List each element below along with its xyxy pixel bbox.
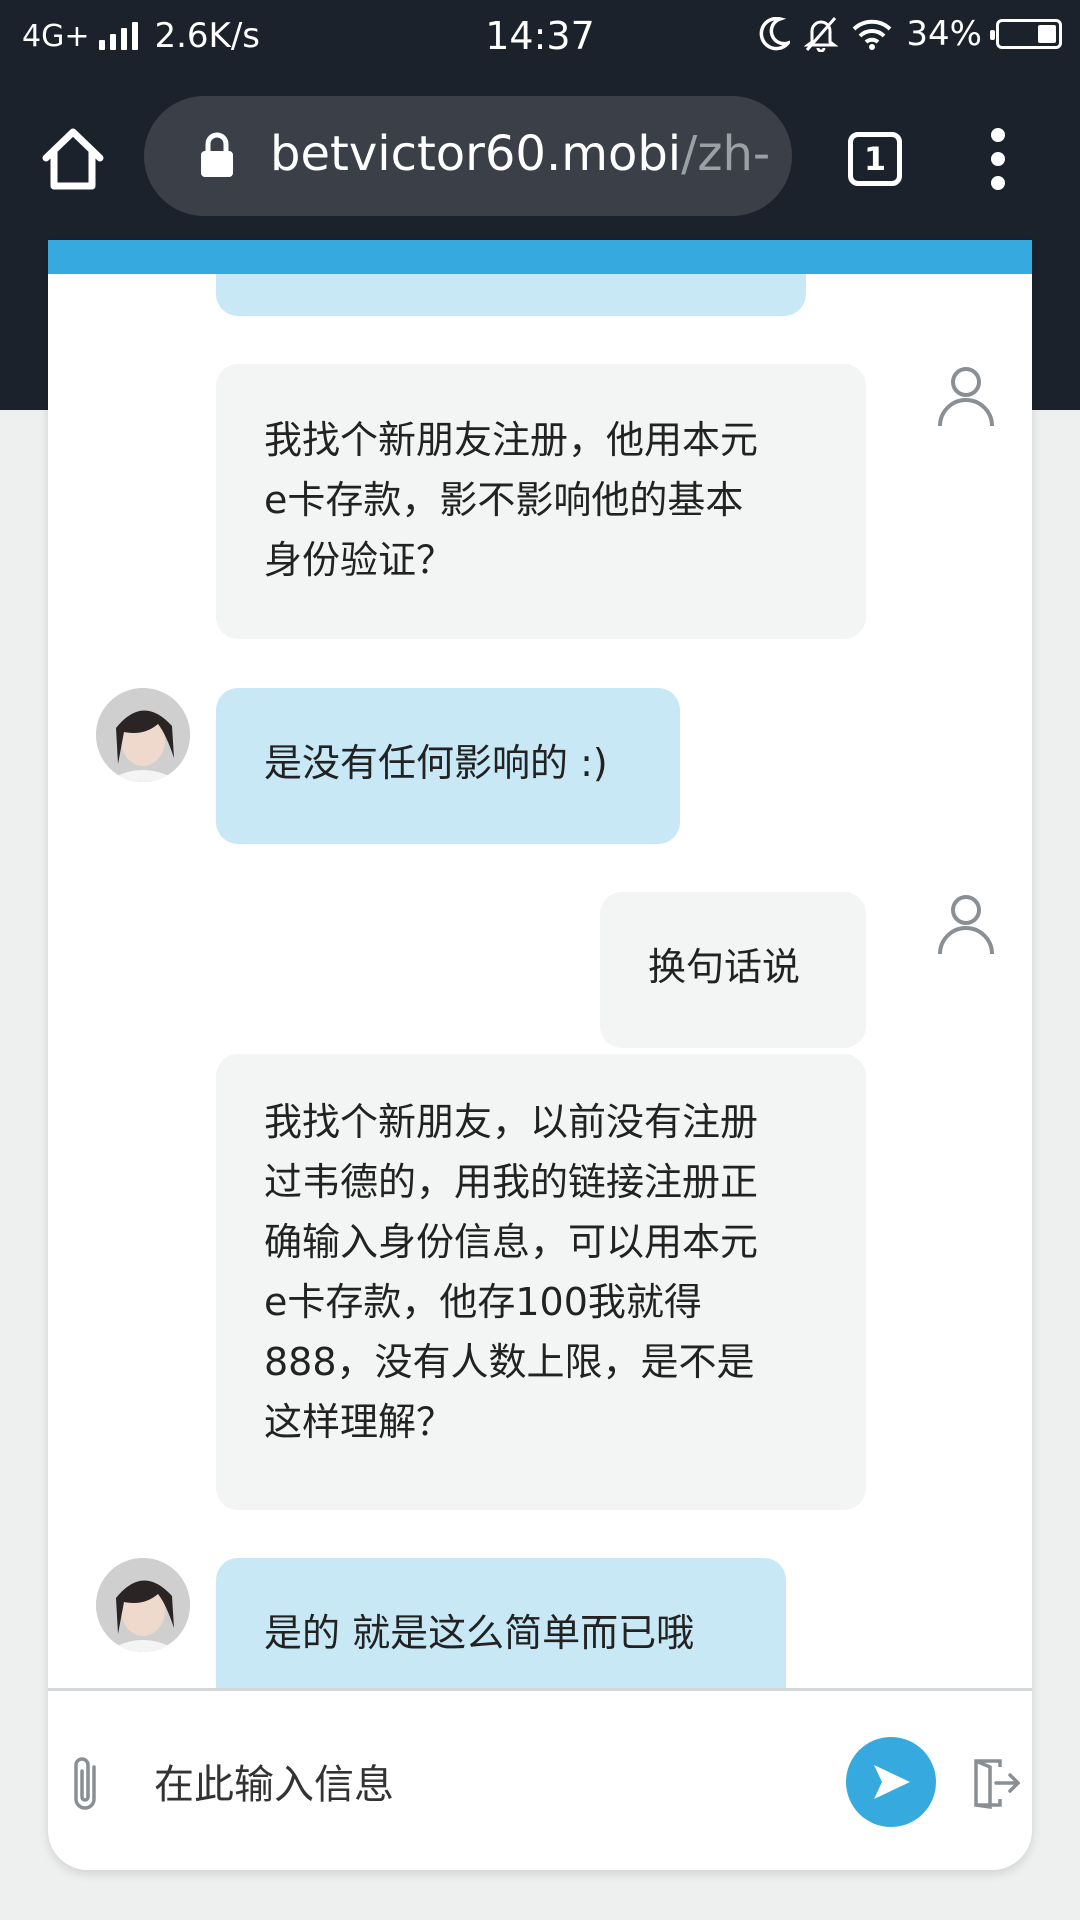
status-right: 34% (758, 14, 1062, 54)
browser-toolbar: betvictor60.mobi/zh-c 1 (0, 74, 1080, 240)
agent-message: 是没有任何影响的 :) (216, 688, 680, 844)
message-line: e卡存款，影不影响他的基本 (264, 478, 744, 522)
url-text[interactable]: betvictor60.mobi/zh-c (270, 126, 770, 182)
wifi-icon (853, 19, 892, 50)
user-message: 我找个新朋友，以前没有注册 过韦德的，用我的链接注册正 确输入身份信息，可以用本… (216, 1054, 866, 1510)
more-menu-icon[interactable] (988, 128, 1008, 190)
agent-avatar (96, 688, 190, 782)
message-line: 888，没有人数上限，是不是 (264, 1340, 755, 1384)
message-composer (48, 1688, 1032, 1870)
message-line: 这样理解？ (264, 1400, 455, 1444)
message-line: 过韦德的，用我的链接注册正 (264, 1160, 759, 1204)
message-line: 是的 就是这么简单而已哦 (264, 1611, 695, 1655)
user-message: 我找个新朋友注册，他用本元 e卡存款，影不影响他的基本 身份验证？ (216, 364, 866, 639)
address-bar[interactable]: betvictor60.mobi/zh-c (144, 96, 792, 216)
agent-message: 是的 就是这么简单而已哦 (216, 1558, 786, 1688)
agent-avatar (96, 1558, 190, 1652)
url-path: /zh-c (681, 126, 770, 182)
chat-header-strip (48, 240, 1032, 274)
home-icon[interactable] (40, 126, 106, 192)
chat-window: 我找个新朋友注册，他用本元 e卡存款，影不影响他的基本 身份验证？ 是没有任何影… (48, 240, 1032, 1870)
lock-icon (201, 132, 233, 177)
message-line: 是没有任何影响的 :) (264, 741, 608, 785)
message-line: 我找个新朋友，以前没有注册 (264, 1100, 759, 1144)
user-avatar-icon (938, 367, 994, 427)
message-input[interactable] (152, 1749, 816, 1821)
url-domain: betvictor60.mobi (270, 126, 682, 182)
user-avatar-icon (938, 895, 994, 955)
message-line: 我找个新朋友注册，他用本元 (264, 418, 759, 462)
message-line: 身份验证？ (264, 538, 455, 582)
message-bubble-partial (216, 274, 806, 316)
message-line: 确输入身份信息，可以用本元 (264, 1220, 759, 1264)
send-button[interactable] (846, 1737, 936, 1827)
attachment-icon[interactable] (66, 1753, 106, 1815)
status-bar: 4G+ 2.6K/s 14:37 34% (0, 0, 1080, 74)
tab-switcher-button[interactable]: 1 (848, 132, 902, 186)
battery-level: 34% (906, 14, 982, 54)
moon-icon (760, 17, 791, 51)
user-message: 换句话说 (600, 892, 866, 1048)
message-list[interactable]: 我找个新朋友注册，他用本元 e卡存款，影不影响他的基本 身份验证？ 是没有任何影… (48, 274, 1032, 1688)
mute-bell-icon (804, 17, 839, 52)
message-line: 换句话说 (648, 945, 801, 989)
exit-chat-icon[interactable] (970, 1757, 1022, 1809)
battery-icon (990, 19, 1062, 49)
message-line: e卡存款，他存100我就得 (264, 1280, 702, 1324)
send-icon (874, 1765, 910, 1799)
